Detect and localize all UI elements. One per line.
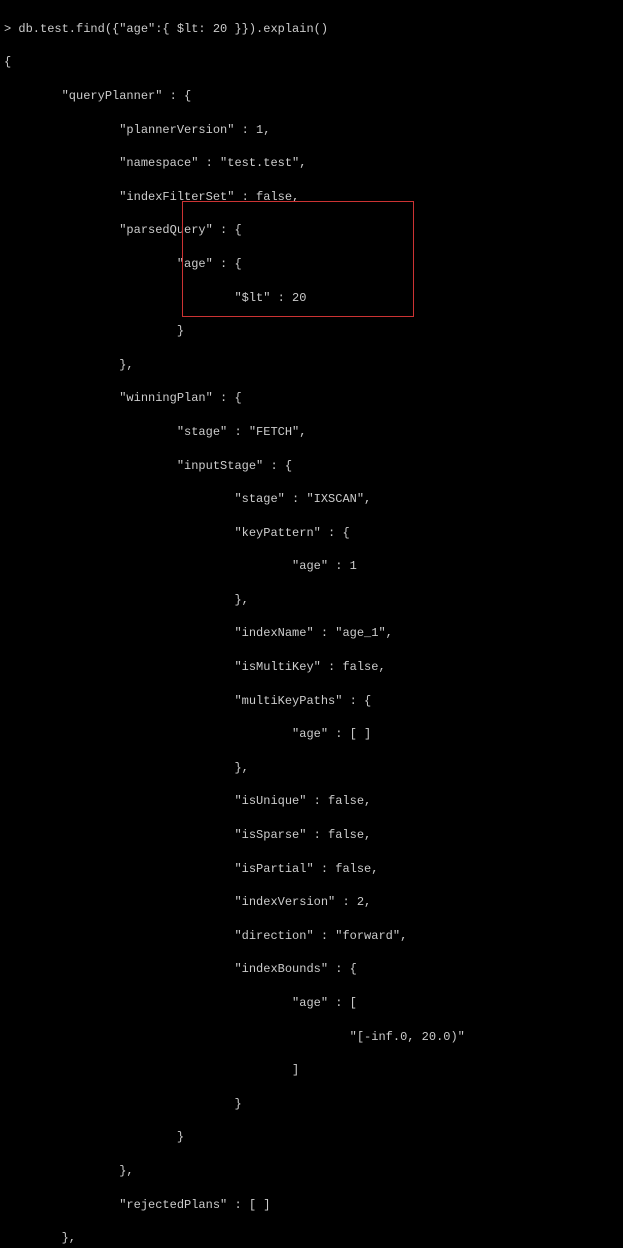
output-line: "winningPlan" : { (4, 390, 619, 407)
output-line: }, (4, 357, 619, 374)
output-line: "age" : [ ] (4, 726, 619, 743)
output-line: "isSparse" : false, (4, 827, 619, 844)
output-line: "age" : 1 (4, 558, 619, 575)
output-line: "$lt" : 20 (4, 290, 619, 307)
output-line: } (4, 1096, 619, 1113)
output-line: "isUnique" : false, (4, 793, 619, 810)
output-line: ] (4, 1062, 619, 1079)
output-line: "keyPattern" : { (4, 525, 619, 542)
output-line: "indexVersion" : 2, (4, 894, 619, 911)
output-line: "stage" : "IXSCAN", (4, 491, 619, 508)
output-line: "inputStage" : { (4, 458, 619, 475)
output-line: }, (4, 1230, 619, 1247)
output-line: "plannerVersion" : 1, (4, 122, 619, 139)
output-line: } (4, 323, 619, 340)
output-line: } (4, 1129, 619, 1146)
output-line: "rejectedPlans" : [ ] (4, 1197, 619, 1214)
output-line: "queryPlanner" : { (4, 88, 619, 105)
output-line: "age" : { (4, 256, 619, 273)
output-line: "indexBounds" : { (4, 961, 619, 978)
output-line: "parsedQuery" : { (4, 222, 619, 239)
output-line: "isMultiKey" : false, (4, 659, 619, 676)
output-line: "age" : [ (4, 995, 619, 1012)
output-line: "[-inf.0, 20.0)" (4, 1029, 619, 1046)
output-line: { (4, 54, 619, 71)
output-line: "indexFilterSet" : false, (4, 189, 619, 206)
output-line: }, (4, 760, 619, 777)
output-line: "indexName" : "age_1", (4, 625, 619, 642)
output-line: "stage" : "FETCH", (4, 424, 619, 441)
output-line: }, (4, 592, 619, 609)
output-line: "multiKeyPaths" : { (4, 693, 619, 710)
output-line: "direction" : "forward", (4, 928, 619, 945)
command-line: > db.test.find({"age":{ $lt: 20 }}).expl… (4, 21, 619, 38)
output-line: }, (4, 1163, 619, 1180)
output-line: "namespace" : "test.test", (4, 155, 619, 172)
terminal-output[interactable]: > db.test.find({"age":{ $lt: 20 }}).expl… (4, 4, 619, 1248)
output-line: "isPartial" : false, (4, 861, 619, 878)
